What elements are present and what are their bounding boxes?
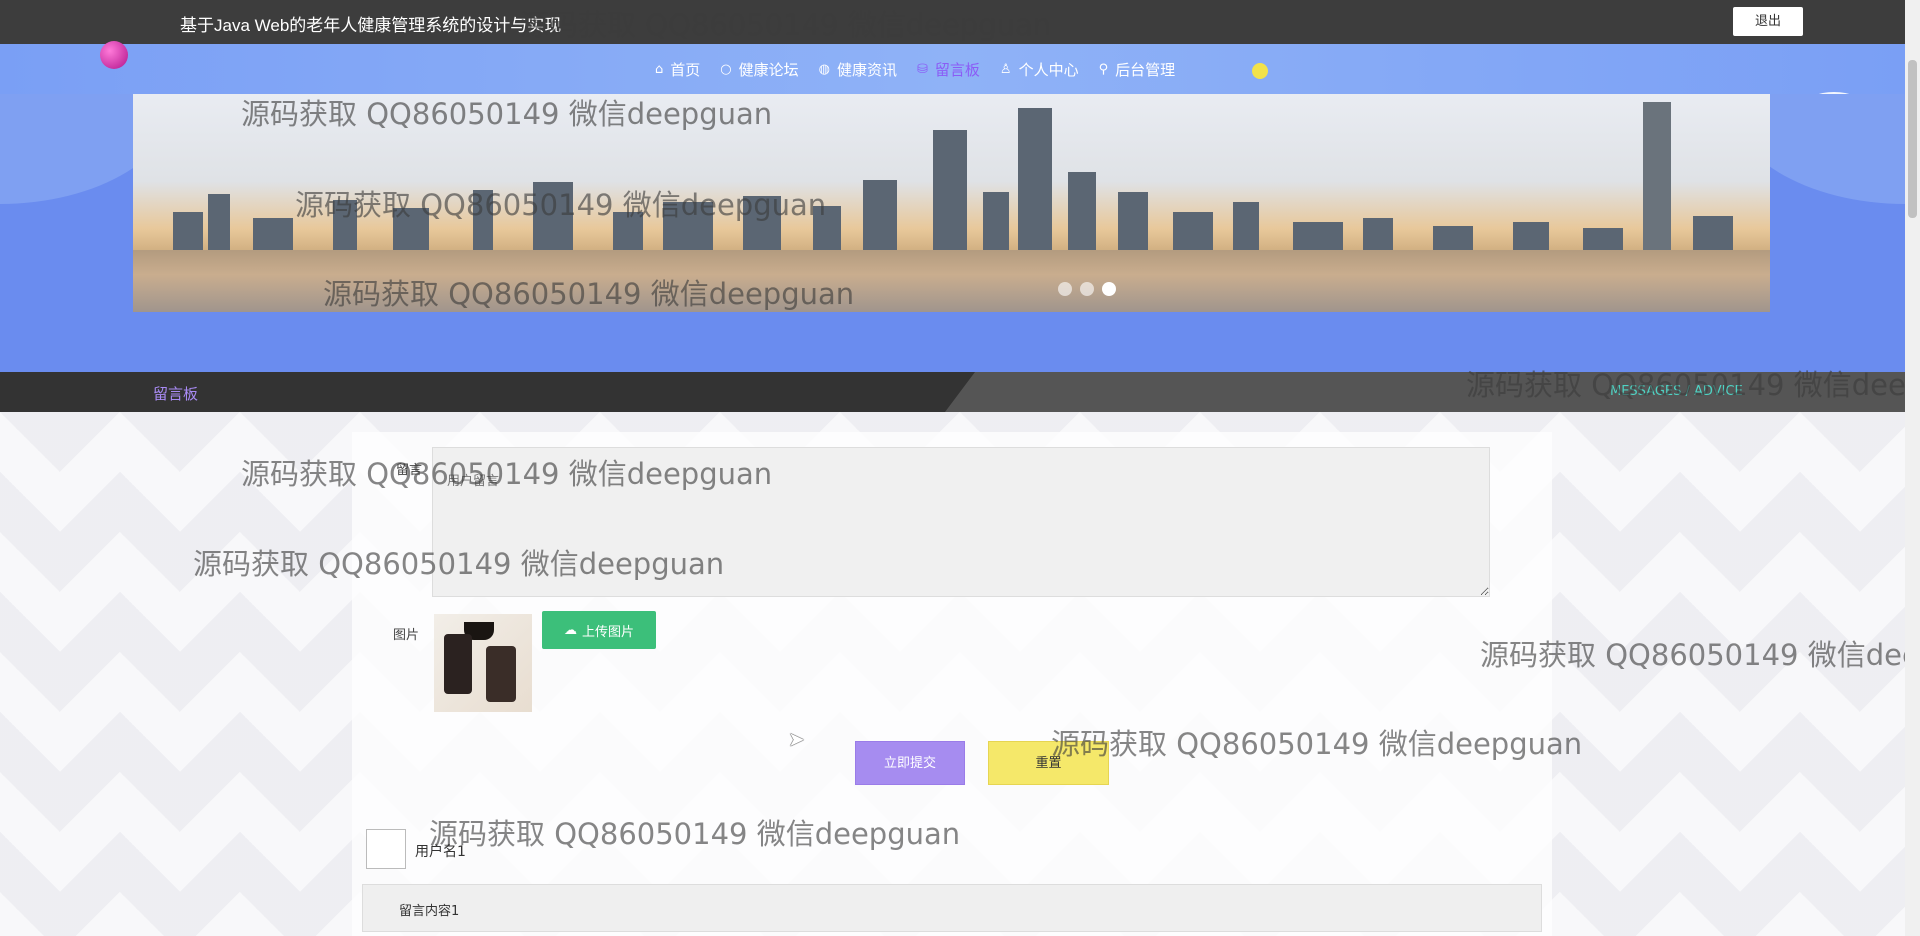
main-nav: ⌂ 首页 ○ 健康论坛 ◍ 健康资讯 ⛁ 留言板 ♙ 个人中心 ⚲ 后台管理 bbox=[0, 44, 1905, 138]
message-username: 用户名1 bbox=[415, 844, 466, 860]
message-input[interactable] bbox=[432, 447, 1490, 597]
upload-image-label: 上传图片 bbox=[581, 624, 634, 640]
avatar bbox=[366, 829, 406, 869]
logout-button[interactable]: 退出 bbox=[1733, 7, 1803, 36]
city-skyline-image bbox=[133, 102, 1770, 252]
decorative-orb bbox=[100, 41, 128, 69]
cloud-upload-icon: ☁ bbox=[563, 622, 577, 638]
section-title: 留言板 bbox=[153, 385, 199, 403]
globe-icon: ◍ bbox=[818, 61, 830, 77]
banner-carousel[interactable] bbox=[133, 94, 1770, 312]
section-header-accent bbox=[945, 372, 1905, 412]
water-reflection bbox=[133, 250, 1770, 312]
message-label: 留言 bbox=[396, 463, 423, 478]
nav-item-label: 留言板 bbox=[934, 60, 980, 79]
upload-image-button[interactable]: ☁ 上传图片 bbox=[542, 611, 656, 649]
list-item: 留言内容1 bbox=[362, 884, 1542, 932]
reset-button[interactable]: 重置 bbox=[988, 741, 1109, 785]
link-icon: ⚲ bbox=[1098, 61, 1109, 77]
scrollbar-thumb[interactable] bbox=[1908, 60, 1917, 218]
nav-item-news[interactable]: ◍ 健康资讯 bbox=[819, 59, 897, 80]
message-content: 留言内容1 bbox=[399, 904, 460, 919]
decorative-orb bbox=[1252, 63, 1268, 79]
carousel-dot[interactable] bbox=[1058, 282, 1072, 296]
carousel-indicators bbox=[1058, 282, 1116, 296]
nav-item-label: 健康资讯 bbox=[836, 60, 897, 79]
circle-icon: ○ bbox=[720, 61, 732, 77]
nav-item-label: 健康论坛 bbox=[738, 60, 799, 79]
section-header: 留言板 MESSAGES / ADVICE bbox=[0, 372, 1905, 412]
carousel-dot-active[interactable] bbox=[1102, 282, 1116, 296]
nav-item-messages[interactable]: ⛁ 留言板 bbox=[917, 59, 980, 80]
nav-items: ⌂ 首页 ○ 健康论坛 ◍ 健康资讯 ⛁ 留言板 ♙ 个人中心 ⚲ 后台管理 bbox=[655, 44, 1175, 94]
carousel-dot[interactable] bbox=[1080, 282, 1094, 296]
user-icon: ♙ bbox=[999, 61, 1012, 77]
image-label: 图片 bbox=[393, 628, 420, 643]
uploaded-image-thumbnail bbox=[434, 614, 532, 712]
nav-item-label: 个人中心 bbox=[1018, 60, 1079, 79]
nav-item-profile[interactable]: ♙ 个人中心 bbox=[1000, 59, 1079, 80]
app-title: 基于Java Web的老年人健康管理系统的设计与实现 bbox=[180, 16, 562, 35]
top-bar: 基于Java Web的老年人健康管理系统的设计与实现 退出 bbox=[0, 0, 1905, 44]
nav-item-label: 后台管理 bbox=[1115, 60, 1176, 79]
nav-item-admin[interactable]: ⚲ 后台管理 bbox=[1099, 59, 1176, 80]
submit-button[interactable]: 立即提交 bbox=[855, 741, 965, 785]
mouse-cursor-icon: ➤ bbox=[788, 727, 805, 751]
home-icon: ⌂ bbox=[655, 61, 664, 77]
section-subtitle: MESSAGES / ADVICE bbox=[1610, 384, 1743, 399]
nav-item-home[interactable]: ⌂ 首页 bbox=[655, 59, 700, 80]
page-scrollbar[interactable] bbox=[1905, 0, 1920, 936]
nav-item-forum[interactable]: ○ 健康论坛 bbox=[720, 59, 798, 80]
nav-item-label: 首页 bbox=[670, 60, 701, 79]
database-icon: ⛁ bbox=[917, 61, 928, 77]
hero-section bbox=[0, 94, 1905, 372]
